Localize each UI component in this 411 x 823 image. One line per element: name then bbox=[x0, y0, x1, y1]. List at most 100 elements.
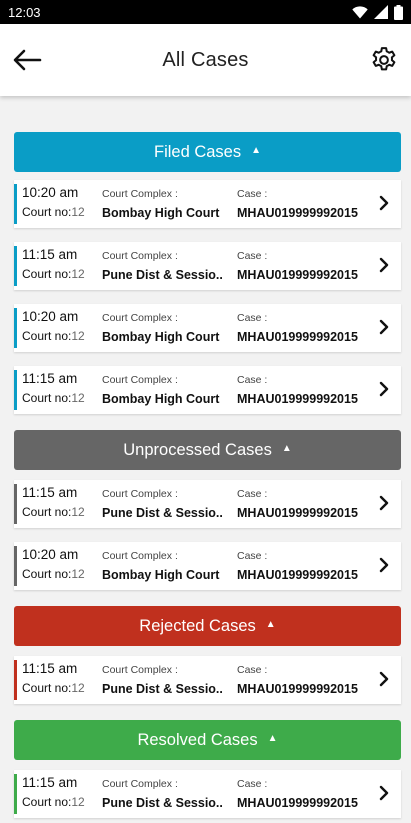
court-complex-value: Bombay High Court bbox=[102, 568, 220, 582]
section-title: Filed Cases bbox=[153, 142, 242, 161]
case-label: Case : bbox=[237, 664, 268, 676]
case-card[interactable]: 10:20 am Court no:12 Court Complex : Bomba… bbox=[14, 304, 401, 352]
court-no-label: Court no: bbox=[22, 505, 72, 519]
court-complex-label: Court Complex : bbox=[102, 374, 178, 386]
case-label: Case : bbox=[237, 550, 268, 562]
court-no-label: Court no: bbox=[22, 795, 72, 809]
status-bar: 12:03 bbox=[0, 0, 411, 24]
court-complex-label: Court Complex : bbox=[102, 550, 178, 562]
court-no-label: Court no: bbox=[22, 205, 72, 219]
court-no-value: 12 bbox=[71, 329, 85, 343]
court-complex-value: Pune Dist & Sessio.. bbox=[102, 682, 223, 696]
section-title: Unprocessed Cases bbox=[123, 440, 272, 459]
chevron-up-icon: ▲ bbox=[281, 443, 292, 454]
case-number: MHAU019999992015 bbox=[237, 268, 358, 282]
court-no-label: Court no: bbox=[22, 391, 72, 405]
case-card[interactable]: 11:15 am Court no:12 Court Complex : Pune … bbox=[14, 480, 401, 528]
court-complex-label: Court Complex : bbox=[102, 778, 178, 790]
chevron-right-icon[interactable] bbox=[379, 671, 389, 692]
court-complex-value: Pune Dist & Sessio.. bbox=[102, 796, 223, 810]
case-label: Case : bbox=[237, 374, 268, 386]
court-no-value: 12 bbox=[71, 795, 85, 809]
case-time: 10:20 am bbox=[22, 185, 79, 200]
page-title: All Cases bbox=[162, 48, 249, 71]
case-label: Case : bbox=[237, 488, 268, 500]
case-time: 11:15 am bbox=[22, 661, 78, 676]
chevron-right-icon[interactable] bbox=[379, 495, 389, 516]
court-no-value: 12 bbox=[71, 391, 85, 405]
case-number: MHAU019999992015 bbox=[237, 568, 358, 582]
status-accent bbox=[14, 660, 17, 700]
status-accent bbox=[14, 370, 17, 410]
case-number: MHAU019999992015 bbox=[237, 392, 358, 406]
signal-icon bbox=[374, 5, 388, 19]
court-no-value: 12 bbox=[71, 567, 85, 581]
chevron-right-icon[interactable] bbox=[379, 381, 389, 402]
court-no-value: 12 bbox=[71, 205, 85, 219]
wifi-icon bbox=[352, 5, 368, 19]
court-no-label: Court no: bbox=[22, 267, 72, 281]
status-accent bbox=[14, 308, 17, 348]
court-no-value: 12 bbox=[71, 505, 85, 519]
case-time: 10:20 am bbox=[22, 547, 79, 562]
section-header-filed[interactable]: Filed Cases ▲ bbox=[14, 132, 401, 172]
chevron-right-icon[interactable] bbox=[379, 257, 389, 278]
case-number: MHAU019999992015 bbox=[237, 330, 358, 344]
case-number: MHAU019999992015 bbox=[237, 682, 358, 696]
case-card[interactable]: 11:15 am Court no:12 Court Complex : Bomba… bbox=[14, 366, 401, 414]
chevron-up-icon: ▲ bbox=[265, 619, 276, 630]
status-accent bbox=[14, 484, 17, 524]
status-time: 12:03 bbox=[8, 4, 41, 20]
case-label: Case : bbox=[237, 312, 268, 324]
case-time: 11:15 am bbox=[22, 775, 78, 790]
case-card[interactable]: 11:15 am Court no:12 Court Complex : Pune … bbox=[14, 242, 401, 290]
chevron-up-icon: ▲ bbox=[251, 145, 262, 156]
case-label: Case : bbox=[237, 250, 268, 262]
case-time: 11:15 am bbox=[22, 485, 78, 500]
court-complex-label: Court Complex : bbox=[102, 312, 178, 324]
case-number: MHAU019999992015 bbox=[237, 206, 358, 220]
court-no-label: Court no: bbox=[22, 329, 72, 343]
chevron-right-icon[interactable] bbox=[379, 195, 389, 216]
case-time: 10:20 am bbox=[22, 309, 79, 324]
status-accent bbox=[14, 774, 17, 814]
case-time: 11:15 am bbox=[22, 371, 78, 386]
court-complex-value: Pune Dist & Sessio.. bbox=[102, 268, 223, 282]
status-accent bbox=[14, 184, 17, 224]
case-number: MHAU019999992015 bbox=[237, 796, 358, 810]
section-header-resolved[interactable]: Resolved Cases ▲ bbox=[14, 720, 401, 760]
section-header-rejected[interactable]: Rejected Cases ▲ bbox=[14, 606, 401, 646]
case-card[interactable]: 11:15 am Court no:12 Court Complex : Pune … bbox=[14, 656, 401, 704]
gear-icon[interactable] bbox=[367, 43, 401, 77]
court-complex-value: Bombay High Court bbox=[102, 392, 220, 406]
section-header-unprocessed[interactable]: Unprocessed Cases ▲ bbox=[14, 430, 401, 470]
court-complex-value: Bombay High Court bbox=[102, 330, 220, 344]
case-label: Case : bbox=[237, 188, 268, 200]
court-complex-label: Court Complex : bbox=[102, 664, 178, 676]
app-bar: All Cases bbox=[0, 24, 411, 96]
status-accent bbox=[14, 246, 17, 286]
chevron-right-icon[interactable] bbox=[379, 319, 389, 340]
court-no-value: 12 bbox=[71, 267, 85, 281]
section-title: Rejected Cases bbox=[139, 616, 256, 635]
court-no-value: 12 bbox=[71, 681, 85, 695]
case-card[interactable]: 11:15 am Court no:12 Court Complex : Pune … bbox=[14, 770, 401, 818]
court-no-label: Court no: bbox=[22, 681, 72, 695]
case-time: 11:15 am bbox=[22, 247, 78, 262]
case-card[interactable]: 10:20 am Court no:12 Court Complex : Bomba… bbox=[14, 542, 401, 590]
case-label: Case : bbox=[237, 778, 268, 790]
court-no-label: Court no: bbox=[22, 567, 72, 581]
court-complex-label: Court Complex : bbox=[102, 488, 178, 500]
arrow-left-icon[interactable] bbox=[10, 44, 44, 76]
court-complex-value: Bombay High Court bbox=[102, 206, 220, 220]
chevron-right-icon[interactable] bbox=[379, 557, 389, 578]
status-icons bbox=[352, 4, 403, 20]
court-complex-label: Court Complex : bbox=[102, 188, 178, 200]
court-complex-label: Court Complex : bbox=[102, 250, 178, 262]
section-title: Resolved Cases bbox=[137, 730, 258, 749]
case-number: MHAU019999992015 bbox=[237, 506, 358, 520]
chevron-right-icon[interactable] bbox=[379, 785, 389, 806]
court-complex-value: Pune Dist & Sessio.. bbox=[102, 506, 223, 520]
status-accent bbox=[14, 546, 17, 586]
case-card[interactable]: 10:20 am Court no:12 Court Complex : Bomba… bbox=[14, 180, 401, 228]
